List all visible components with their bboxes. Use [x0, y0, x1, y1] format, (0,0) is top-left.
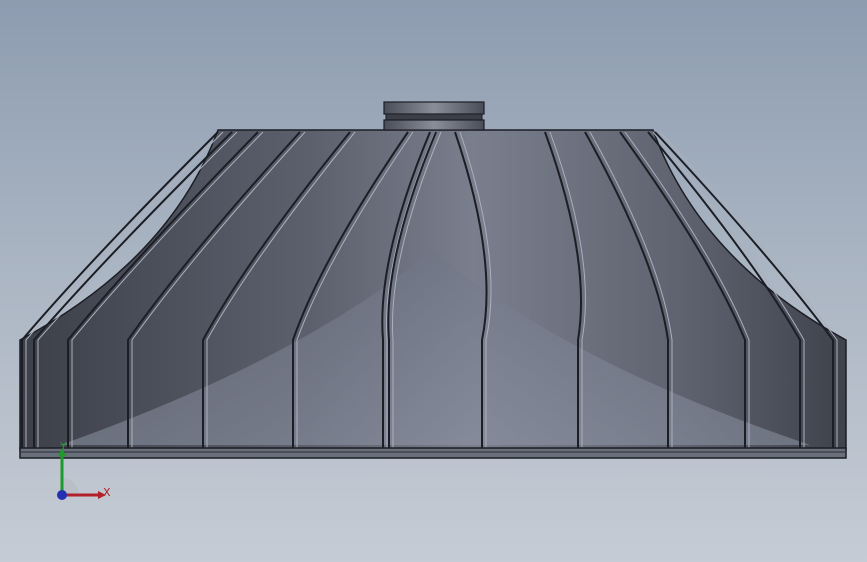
- impeller-model[interactable]: [0, 0, 867, 562]
- y-axis-label: Y: [59, 440, 67, 453]
- graphics-viewport[interactable]: X Y: [0, 0, 867, 562]
- hub-shaft: [383, 101, 485, 131]
- x-axis-label: X: [103, 486, 111, 499]
- view-orientation-triad-icon: X Y: [57, 440, 111, 500]
- base-plate: [19, 447, 847, 459]
